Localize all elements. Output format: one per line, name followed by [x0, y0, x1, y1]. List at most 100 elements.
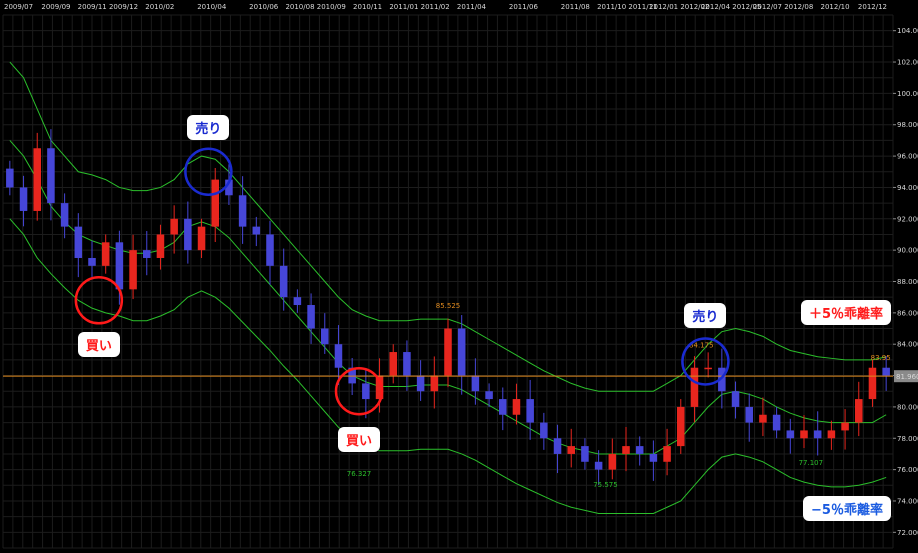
- x-tick-label: 2009/09: [41, 3, 70, 11]
- candle-body[interactable]: [101, 242, 110, 266]
- candle-body[interactable]: [663, 446, 671, 462]
- y-tick-label: 74.000: [897, 497, 918, 505]
- candle-body[interactable]: [704, 367, 712, 370]
- candle-body[interactable]: [33, 148, 41, 211]
- x-tick-label: 2010/06: [249, 3, 279, 11]
- candle-body[interactable]: [184, 218, 192, 251]
- x-tick-label: 2010/04: [197, 3, 227, 11]
- candle-body[interactable]: [594, 461, 603, 470]
- candle-body[interactable]: [772, 414, 781, 431]
- x-tick-label: 2012/12: [858, 3, 887, 11]
- candle-body[interactable]: [526, 399, 534, 423]
- candle-body[interactable]: [252, 226, 261, 235]
- candle-body[interactable]: [882, 367, 890, 376]
- candle-body[interactable]: [362, 383, 370, 400]
- candle-body[interactable]: [47, 148, 55, 204]
- sell-label: 売り: [187, 115, 230, 141]
- candle-body[interactable]: [211, 179, 219, 227]
- candle-body[interactable]: [512, 399, 521, 415]
- candle-body[interactable]: [485, 391, 493, 400]
- candle-body[interactable]: [60, 203, 69, 227]
- candle-body[interactable]: [444, 328, 452, 376]
- x-tick-label: 2009/11 2009/12: [78, 3, 138, 11]
- candle-body[interactable]: [88, 257, 96, 266]
- candle-body[interactable]: [471, 375, 480, 392]
- y-tick-label: 86.000: [897, 309, 918, 317]
- candle-body[interactable]: [389, 352, 397, 376]
- candle-body[interactable]: [622, 446, 630, 454]
- candle-body[interactable]: [827, 430, 836, 439]
- x-tick-label: 2011/08: [561, 3, 590, 11]
- candle-body[interactable]: [416, 375, 425, 392]
- candle-body[interactable]: [266, 234, 274, 266]
- candle-body[interactable]: [156, 234, 165, 258]
- candle-body[interactable]: [855, 399, 863, 423]
- candle-body[interactable]: [690, 367, 699, 407]
- candle-body[interactable]: [334, 344, 343, 368]
- y-tick-label: 102.000: [897, 59, 918, 67]
- y-tick-label: 100.000: [897, 90, 918, 98]
- candle-body[interactable]: [143, 250, 151, 258]
- x-tick-label: 2011/06: [509, 3, 539, 11]
- candle-body[interactable]: [238, 195, 247, 227]
- x-tick-label: 2010/11: [353, 3, 382, 11]
- y-tick-label: 80.000: [897, 403, 918, 411]
- candle-body[interactable]: [74, 226, 83, 258]
- buy-label: 買い: [77, 331, 120, 357]
- sell-label: 売り: [684, 303, 727, 329]
- candle-body[interactable]: [499, 399, 507, 415]
- candle-body[interactable]: [868, 367, 877, 400]
- candle-body[interactable]: [800, 430, 808, 439]
- x-tick-label: 2010/02: [145, 3, 174, 11]
- candle-body[interactable]: [553, 438, 562, 454]
- candle-body[interactable]: [759, 414, 767, 423]
- x-tick-label: 2011/01 2011/02: [389, 3, 449, 11]
- price-extreme-label: 75.575: [593, 481, 618, 489]
- candle-body[interactable]: [403, 352, 411, 376]
- candle-body[interactable]: [307, 305, 315, 329]
- x-tick-label: 2012/10: [821, 3, 850, 11]
- candle-body[interactable]: [635, 446, 644, 454]
- candle-body[interactable]: [293, 297, 302, 306]
- candle-body[interactable]: [786, 430, 795, 439]
- price-extreme-label: 76.327: [347, 470, 372, 478]
- candle-body[interactable]: [567, 446, 575, 454]
- candle-body[interactable]: [677, 406, 685, 447]
- y-tick-label: 92.000: [897, 215, 918, 223]
- candle-body[interactable]: [129, 250, 137, 290]
- candle-body[interactable]: [279, 265, 288, 298]
- candle-body[interactable]: [430, 375, 439, 392]
- y-tick-label: 76.000: [897, 466, 918, 474]
- candle-body[interactable]: [197, 226, 206, 251]
- candle-body[interactable]: [540, 422, 548, 439]
- candle-body[interactable]: [19, 187, 28, 211]
- candle-body[interactable]: [6, 168, 14, 188]
- y-tick-label: 94.000: [897, 184, 918, 192]
- candle-body[interactable]: [581, 446, 589, 462]
- candle-body[interactable]: [457, 328, 466, 376]
- candle-body[interactable]: [321, 328, 329, 345]
- y-tick-label: 98.000: [897, 121, 918, 129]
- y-tick-label: 72.000: [897, 529, 918, 537]
- candlestick-chart[interactable]: 2009/07 2009/09 2009/11 2009/12 2010/02 2010…: [0, 0, 918, 553]
- y-tick-label: 96.000: [897, 153, 918, 161]
- x-tick-label: 2012/07 2012/08: [753, 3, 813, 11]
- candle-body[interactable]: [649, 453, 658, 462]
- candle-body[interactable]: [608, 453, 617, 470]
- candle-body[interactable]: [841, 422, 849, 431]
- y-tick-label: 90.000: [897, 247, 918, 255]
- x-tick-label: 2009/07: [4, 3, 33, 11]
- chart-window: 2009/07 2009/09 2009/11 2009/12 2010/02 2010…: [0, 0, 918, 553]
- price-extreme-label: 83.95: [871, 354, 891, 362]
- candle-body[interactable]: [115, 242, 124, 290]
- candle-body[interactable]: [731, 391, 740, 407]
- price-extreme-label: 85.525: [436, 302, 461, 310]
- y-tick-label: 104.000: [897, 27, 918, 35]
- price-extreme-label: 77.107: [799, 459, 824, 467]
- y-tick-label: 78.000: [897, 435, 918, 443]
- band-label: ＋5％乖離率: [801, 300, 892, 326]
- candle-body[interactable]: [170, 218, 178, 235]
- y-tick-label: 88.000: [897, 278, 918, 286]
- candle-body[interactable]: [813, 430, 822, 439]
- candle-body[interactable]: [745, 406, 753, 423]
